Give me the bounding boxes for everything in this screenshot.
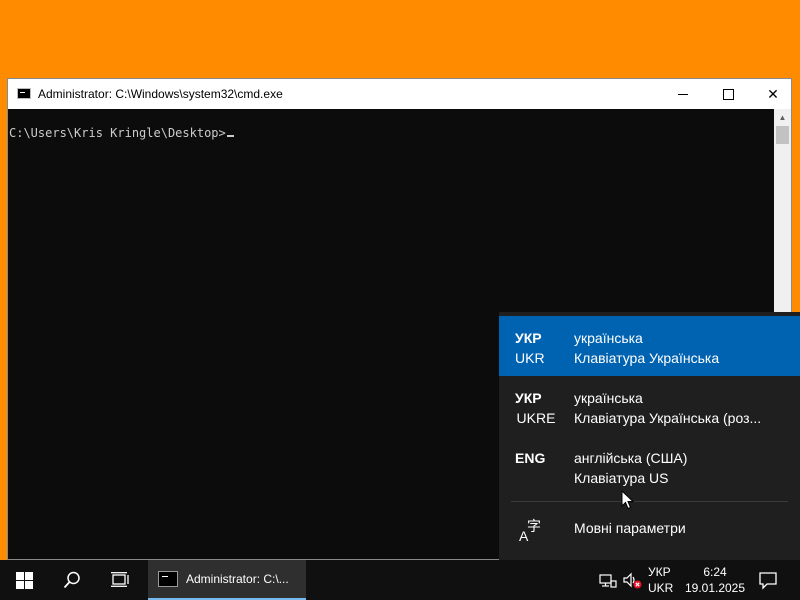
task-view-icon [111, 572, 129, 587]
language-name: українська [574, 330, 643, 346]
tray-language-layout: UKR [648, 581, 674, 595]
minimize-button[interactable] [660, 79, 706, 109]
language-item-eng[interactable]: ENG англійська (США) Клавіатура US [499, 436, 800, 496]
search-button[interactable] [48, 560, 96, 600]
language-code: ENG [515, 450, 546, 466]
clock-date: 19.01.2025 [684, 581, 746, 595]
title-bar[interactable]: Administrator: C:\Windows\system32\cmd.e… [8, 79, 791, 109]
language-name: українська [574, 390, 643, 406]
language-item-ukre[interactable]: УКР UKRE українська Клавіатура Українськ… [499, 376, 800, 436]
taskbar: Administrator: C:\... УКР UKR 6:24 19.01… [0, 560, 800, 600]
language-item-ukr[interactable]: УКР UKR українська Клавіатура Українська [499, 316, 800, 376]
tray-language-code: УКР [648, 565, 671, 579]
task-view-button[interactable] [96, 560, 144, 600]
keyboard-layout: Клавіатура Українська (роз... [574, 410, 762, 426]
language-code: УКР [515, 330, 542, 346]
cmd-icon [158, 571, 178, 587]
clock-time: 6:24 [703, 565, 727, 579]
language-flyout: УКР UKR українська Клавіатура Українська… [499, 312, 800, 560]
cmd-icon [17, 88, 31, 99]
language-code: УКР [515, 390, 542, 406]
prompt-text: C:\Users\Kris Kringle\Desktop> [9, 126, 226, 140]
language-settings-label: Мовні параметри [574, 520, 686, 536]
maximize-icon [722, 88, 734, 100]
scroll-up-arrow-icon[interactable]: ▲ [774, 109, 791, 126]
tray-clock[interactable]: 6:24 19.01.2025 [682, 564, 748, 596]
notification-center-icon[interactable] [758, 570, 778, 590]
close-button[interactable]: ✕ [750, 79, 796, 109]
window-title: Administrator: C:\Windows\system32\cmd.e… [38, 87, 283, 101]
taskbar-app-label: Administrator: C:\... [186, 572, 289, 586]
maximize-button[interactable] [705, 79, 751, 109]
text-cursor [226, 135, 234, 137]
language-abbrev: UKR [515, 350, 545, 366]
prompt-line: C:\Users\Kris Kringle\Desktop> [9, 126, 234, 140]
network-icon[interactable] [598, 570, 618, 590]
search-icon [63, 571, 80, 589]
language-name: англійська (США) [574, 450, 688, 466]
language-abbrev: UKRE [516, 410, 556, 426]
taskbar-app-cmd[interactable]: Administrator: C:\... [148, 560, 306, 600]
minimize-icon [678, 93, 688, 95]
scroll-thumb[interactable] [776, 126, 789, 144]
close-icon: ✕ [767, 85, 779, 102]
keyboard-layout: Клавіатура Українська [574, 350, 720, 366]
input-language-indicator[interactable]: УКР UKR [648, 564, 678, 596]
language-settings-icon: A 字 [519, 518, 541, 544]
keyboard-layout: Клавіатура US [574, 470, 669, 486]
mouse-pointer-icon [621, 490, 635, 510]
start-button[interactable] [0, 560, 48, 600]
volume-muted-icon[interactable] [622, 570, 642, 590]
language-settings-link[interactable]: A 字 Мовні параметри [499, 510, 800, 550]
flyout-divider [511, 501, 788, 502]
windows-start-icon [15, 571, 33, 589]
